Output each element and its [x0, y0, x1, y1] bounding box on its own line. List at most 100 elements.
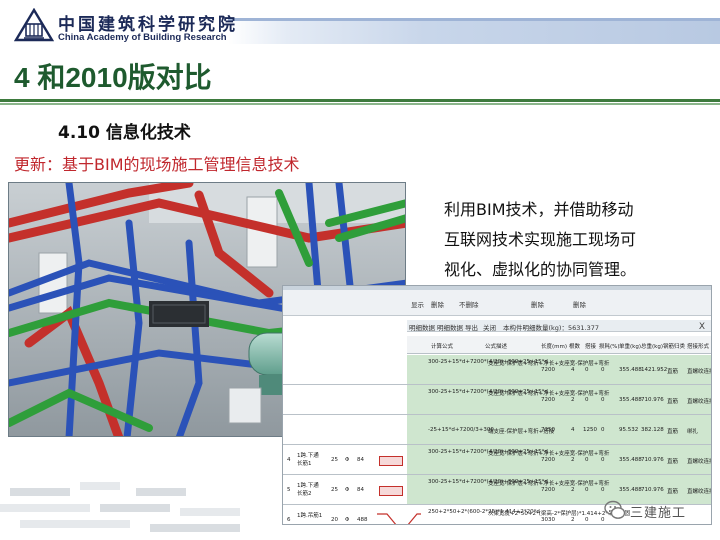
cell-count: 2 — [571, 457, 575, 463]
toolbar-button[interactable]: 删除 — [431, 299, 444, 309]
footer-decoration — [0, 478, 300, 540]
cell-description: 支座宽-保护层+弯折+净长+支座宽-保护层+弯折 — [488, 391, 610, 397]
cell-length: 7200 — [541, 397, 555, 403]
column-header: 计算公式 — [431, 344, 454, 350]
rebar-shape-icon — [379, 456, 403, 466]
cell-count: 4 — [571, 427, 575, 433]
cell-length: 7200 — [541, 457, 555, 463]
cell-class: 直筋 — [667, 399, 679, 405]
column-header: 钢筋归类 — [663, 344, 686, 350]
table-row[interactable]: 300-25+15*d+7200*(4/20)+300+25+15*d 支座宽-… — [283, 385, 712, 415]
cell-total-weight: 710.976 — [641, 457, 664, 463]
cell-lap: 0 — [585, 457, 589, 463]
cell-loss: 0 — [601, 427, 605, 433]
cell-grade: Φ — [345, 517, 350, 523]
cell-class: 直筋 — [667, 489, 679, 495]
cell-lap: 0 — [585, 367, 589, 373]
column-header: 根数 — [569, 344, 581, 350]
tab-detail-data-2[interactable]: 明细数据 — [437, 322, 463, 332]
cell-count: 4 — [571, 367, 575, 373]
cell-lap-type: 直螺纹连接 — [687, 489, 712, 495]
toolbar-button[interactable]: 删除 — [531, 299, 544, 309]
cell-rebar-name: 1跨.下通长筋1 — [297, 453, 319, 467]
toolbar-button[interactable]: 显示 — [411, 299, 424, 309]
body-paragraph: 利用BIM技术，并借助移动 互联网技术实现施工现场可 视化、虚拟化的协同管理。 — [444, 195, 712, 285]
close-icon[interactable]: X — [699, 322, 705, 332]
column-header: 总重(kg) — [641, 344, 663, 350]
detail-tab-bar: 明细数据 明细数据 导出 关闭 本构件明细数量(kg)：5631.377 — [407, 320, 711, 332]
cell-total-weight: 710.976 — [641, 487, 664, 493]
title-divider — [0, 99, 720, 102]
cell-unit-weight: 355.488 — [619, 397, 642, 403]
table-header: 计算公式 公式描述 长度(mm) 根数 搭接 损耗(%) 单重(kg) 总重(k… — [407, 336, 711, 354]
cell-class: 直筋 — [667, 369, 679, 375]
cell-diameter: 25 — [331, 457, 338, 463]
cell-bars: 488 — [357, 517, 368, 523]
cell-diameter: 20 — [331, 517, 338, 523]
cell-unit-weight: 355.488 — [619, 457, 642, 463]
wechat-icon — [604, 500, 626, 519]
academy-logo-icon — [14, 8, 54, 42]
update-statement: 更新：基于BIM的现场施工管理信息技术 — [14, 155, 300, 174]
tab-detail-data[interactable]: 明细数据 — [409, 322, 435, 332]
cell-count: 2 — [571, 517, 575, 523]
cell-lap: 0 — [585, 517, 589, 523]
cell-count: 2 — [571, 397, 575, 403]
rebar-detail-software-panel: 显示 删除 不删除 删除 删除 明细数据 明细数据 导出 关闭 本构件明细数量(… — [282, 285, 712, 525]
cell-total-weight: 382.128 — [641, 427, 664, 433]
section-heading: 4.10 信息化技术 — [58, 123, 191, 143]
table-row[interactable]: 4 1跨.下通长筋1 25 Φ 84 300-25+15*d+7200*(4/2… — [283, 445, 712, 475]
body-line: 视化、虚拟化的协同管理。 — [444, 260, 637, 279]
bent-rebar-shape-icon — [377, 513, 421, 524]
column-header: 单重(kg) — [619, 344, 641, 350]
cell-rebar-name: 1跨.吊筋1 — [297, 513, 323, 519]
table-row[interactable]: -25+15*d+7200/3+300 端支座-保护层+弯折+搭接 7250 4… — [283, 415, 711, 445]
toolbar: 显示 删除 不删除 删除 删除 — [283, 290, 711, 316]
cell-lap: 1250 — [583, 427, 597, 433]
cell-grade: Φ — [345, 487, 350, 493]
cell-bars: 84 — [357, 457, 364, 463]
cell-length: 7200 — [541, 367, 555, 373]
cell-class: 直筋 — [667, 429, 679, 435]
table-row[interactable]: 300-25+15*d+7200*(4/20)+300+25+15*d 支座宽-… — [283, 355, 712, 385]
body-line: 利用BIM技术，并借助移动 — [444, 200, 634, 219]
cell-unit-weight: 355.488 — [619, 367, 642, 373]
header-decoration — [228, 18, 720, 44]
total-weight-status: 本构件明细数量(kg)：5631.377 — [503, 324, 599, 332]
cell-formula: -25+15*d+7200/3+300 — [428, 427, 494, 433]
cell-lap-type: 绑扎 — [687, 429, 699, 435]
cell-lap-type: 直螺纹连接 — [687, 369, 712, 375]
cell-length: 7200 — [541, 487, 555, 493]
cell-lap-type: 直螺纹连接 — [687, 459, 712, 465]
cell-rebar-name: 1跨.下通长筋2 — [297, 483, 319, 497]
wechat-watermark: 三建施工 — [604, 497, 716, 523]
cell-bars: 84 — [357, 487, 364, 493]
toolbar-button[interactable]: 删除 — [573, 299, 586, 309]
column-header: 搭接 — [585, 344, 597, 350]
cell-unit-weight: 355.488 — [619, 487, 642, 493]
wechat-account-name: 三建施工 — [630, 506, 687, 521]
cell-loss: 0 — [601, 397, 605, 403]
toolbar-button[interactable]: 不删除 — [459, 299, 479, 309]
header-decoration-line — [228, 18, 720, 21]
export-button[interactable]: 导出 — [465, 322, 478, 332]
cell-class: 直筋 — [667, 459, 679, 465]
column-header: 损耗(%) — [599, 344, 620, 350]
cell-length: 3030 — [541, 517, 555, 523]
column-header: 长度(mm) — [541, 344, 568, 350]
cell-length: 7250 — [541, 427, 555, 433]
column-header: 公式描述 — [485, 344, 508, 350]
cell-row-number: 4 — [287, 457, 291, 463]
cell-total-weight: 1421.952 — [641, 367, 668, 373]
column-header: 搭接形式 — [687, 344, 710, 350]
cell-loss: 0 — [601, 457, 605, 463]
cell-description: 支座宽-保护层+弯折+净长+支座宽-保护层+弯折 — [488, 451, 610, 457]
cell-description: 支座宽-保护层+弯折+净长+支座宽-保护层+弯折 — [488, 361, 610, 367]
cell-description: 支座宽-保护层+弯折+净长+支座宽-保护层+弯折 — [488, 481, 610, 487]
cell-lap: 0 — [585, 397, 589, 403]
close-tab-button[interactable]: 关闭 — [483, 322, 496, 332]
cell-loss: 0 — [601, 487, 605, 493]
org-name-en: China Academy of Building Research — [58, 32, 227, 43]
structural-column — [228, 387, 262, 424]
cell-lap-type: 直螺纹连接 — [687, 399, 712, 405]
